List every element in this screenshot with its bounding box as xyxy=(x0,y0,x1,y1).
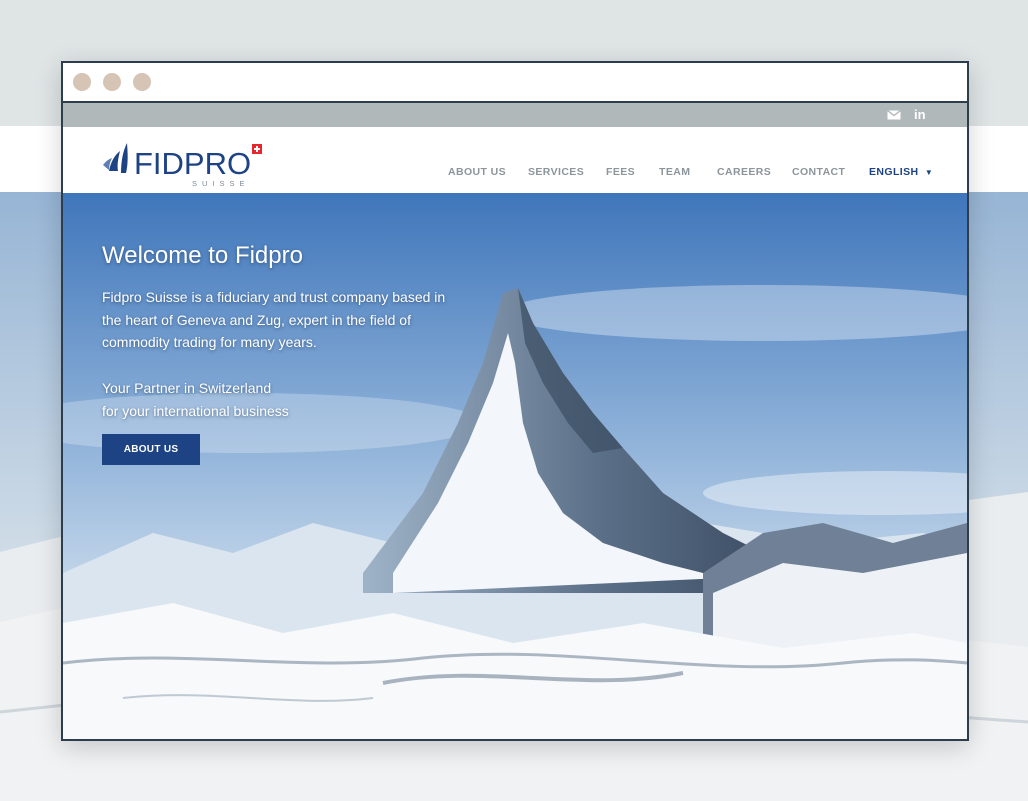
hero-tagline-line-2: for your international business xyxy=(102,402,289,419)
logo-subtitle: SUISSE xyxy=(192,179,250,187)
fidpro-logo[interactable]: FIDPRO SUISSE xyxy=(101,135,271,188)
window-dot-minimize[interactable] xyxy=(103,73,121,91)
browser-titlebar xyxy=(63,63,967,103)
nav-careers[interactable]: CAREERS xyxy=(717,166,771,178)
hero-mountain-image xyxy=(63,193,967,739)
linkedin-icon[interactable]: in xyxy=(914,107,930,123)
top-utility-bar: in xyxy=(63,103,967,127)
language-label: ENGLISH xyxy=(869,166,919,178)
email-icon[interactable] xyxy=(887,107,903,123)
hero-tagline: Your Partner in Switzerland for your int… xyxy=(102,377,422,422)
nav-services[interactable]: SERVICES xyxy=(528,166,584,178)
browser-window: in FIDPRO SUISSE ABOUT US SERVICES FEES … xyxy=(61,61,969,741)
main-navbar: FIDPRO SUISSE ABOUT US SERVICES FEES TEA… xyxy=(63,127,967,193)
caret-down-icon: ▼ xyxy=(924,168,934,177)
logo-wordmark: FIDPRO xyxy=(134,146,251,181)
nav-contact[interactable]: CONTACT xyxy=(792,166,845,178)
nav-fees[interactable]: FEES xyxy=(606,166,635,178)
hero-title: Welcome to Fidpro xyxy=(102,242,303,269)
about-us-button[interactable]: ABOUT US xyxy=(102,434,200,465)
nav-about-us[interactable]: ABOUT US xyxy=(448,166,506,178)
window-dot-maximize[interactable] xyxy=(133,73,151,91)
window-dot-close[interactable] xyxy=(73,73,91,91)
hero-section: Welcome to Fidpro Fidpro Suisse is a fid… xyxy=(63,193,967,739)
language-selector[interactable]: ENGLISH ▼ xyxy=(869,166,933,178)
hero-description: Fidpro Suisse is a fiduciary and trust c… xyxy=(102,289,446,350)
hero-tagline-line-1: Your Partner in Switzerland xyxy=(102,380,272,396)
nav-team[interactable]: TEAM xyxy=(659,166,690,178)
